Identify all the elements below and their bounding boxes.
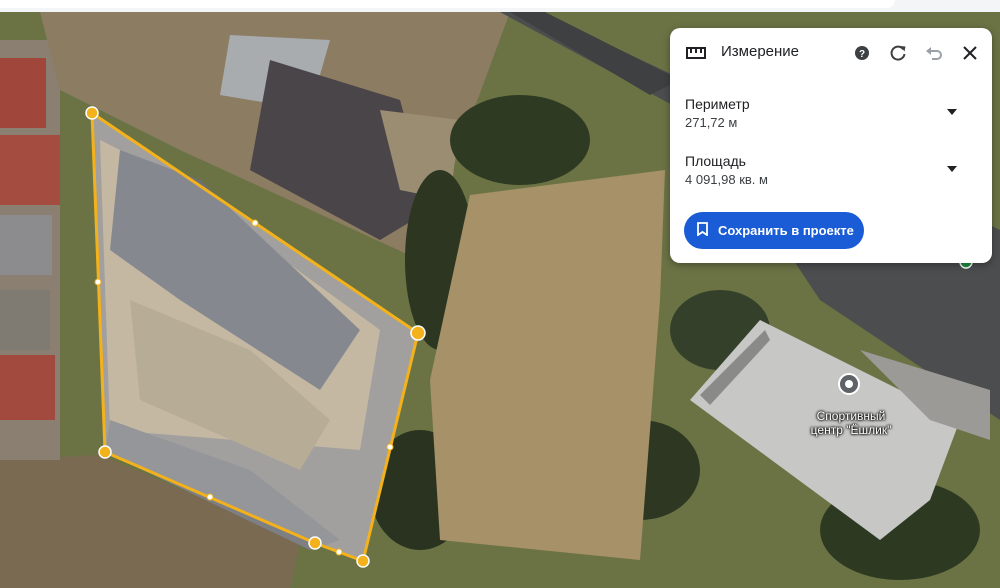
measurement-vertex [308,536,322,550]
measurement-panel: Измерение ? Периметр 271,72 м Площадь 4 … [670,28,992,263]
area-label: Площадь [685,153,746,169]
top-strip [0,0,1000,12]
undo-icon[interactable] [921,42,947,64]
measurement-vertex [98,445,112,459]
refresh-icon[interactable] [885,42,911,64]
measurement-vertex [410,325,426,341]
chevron-down-icon[interactable] [946,163,958,175]
map-pin-icon[interactable] [838,373,860,395]
save-to-project-button[interactable]: Сохранить в проекте [684,212,864,249]
measurement-vertex [356,554,370,568]
perimeter-value: 271,72 м [685,115,738,130]
measurement-vertex [85,106,99,120]
chevron-down-icon[interactable] [946,106,958,118]
svg-text:?: ? [859,49,865,60]
perimeter-label: Периметр [685,96,750,112]
save-button-label: Сохранить в проекте [718,223,854,238]
help-icon[interactable]: ? [849,42,875,64]
close-icon[interactable] [957,42,983,64]
poi-label[interactable]: Спортивный центр "Ёшлик" [796,409,906,437]
area-value: 4 091,98 кв. м [685,172,768,187]
bookmark-icon [697,222,708,239]
ruler-icon [683,42,709,64]
panel-title: Измерение [721,43,800,60]
